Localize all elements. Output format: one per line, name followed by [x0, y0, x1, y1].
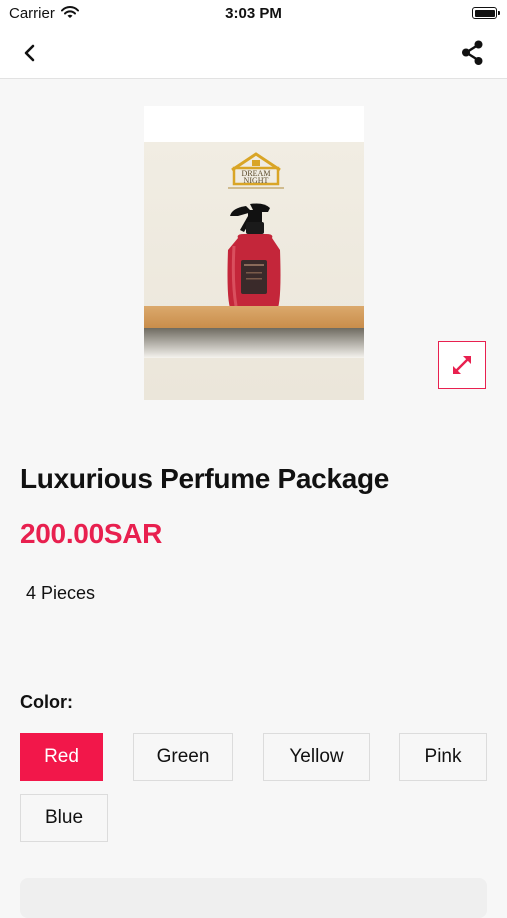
- share-button[interactable]: [459, 39, 487, 67]
- bottom-card: [20, 878, 487, 918]
- expand-image-button[interactable]: [438, 341, 486, 389]
- product-title: Luxurious Perfume Package: [20, 463, 390, 494]
- product-image: DREAM NIGHT: [144, 106, 364, 400]
- status-time: 3:03 PM: [225, 5, 282, 22]
- expand-icon: [453, 356, 471, 374]
- color-option-yellow[interactable]: Yellow: [263, 733, 370, 781]
- color-option-pink[interactable]: Pink: [399, 733, 487, 781]
- color-option-red[interactable]: Red: [20, 733, 103, 781]
- perfume-bottle: [227, 203, 281, 318]
- battery-icon: [472, 7, 500, 19]
- color-option-green[interactable]: Green: [133, 733, 233, 781]
- back-button[interactable]: [16, 40, 44, 66]
- shelf-shadow: [144, 328, 364, 358]
- product-price: 200.00SAR: [20, 518, 163, 549]
- share-icon: [462, 40, 483, 65]
- color-option-blue[interactable]: Blue: [20, 794, 108, 842]
- status-bar: Carrier 3:03 PM: [0, 0, 507, 28]
- nav-bar: [0, 28, 507, 79]
- color-label: Color:: [20, 692, 73, 712]
- chevron-left-icon: [24, 44, 35, 62]
- product-description: 4 Pieces: [26, 583, 96, 603]
- svg-text:NIGHT: NIGHT: [244, 176, 269, 185]
- dream-night-logo: DREAM NIGHT: [228, 152, 284, 189]
- wooden-shelf: [144, 306, 364, 328]
